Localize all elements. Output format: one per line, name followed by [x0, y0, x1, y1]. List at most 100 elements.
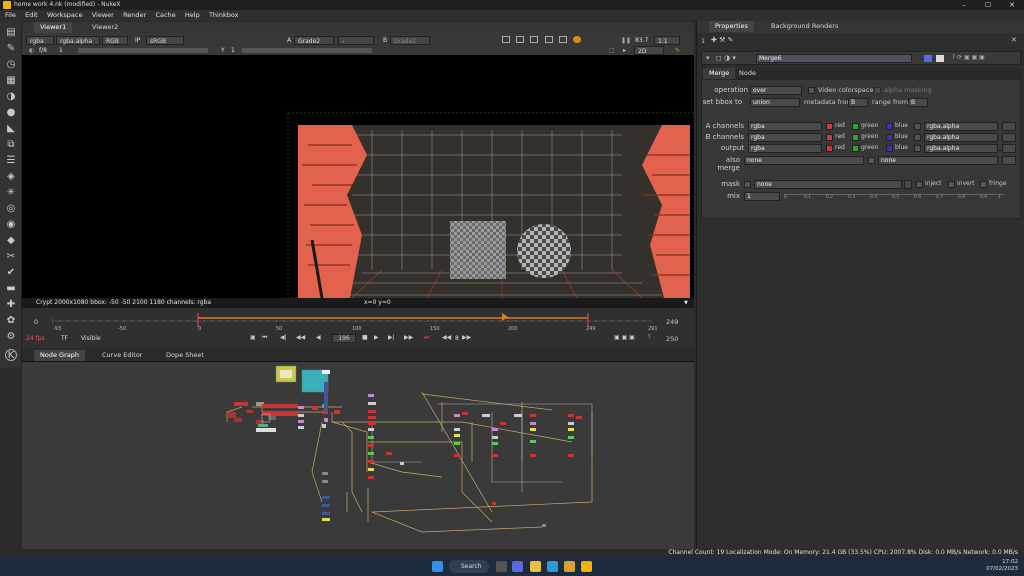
loop-icons[interactable]: ▣ ▣ ▣: [614, 334, 635, 341]
filter-tool-icon[interactable]: ●: [5, 107, 17, 119]
zoom-value[interactable]: 83.7: [632, 36, 651, 45]
info-toggle-icon[interactable]: ▼: [684, 298, 688, 308]
out-alpha-dropdown[interactable]: rgba.alpha: [924, 144, 998, 153]
set-bbox-dropdown[interactable]: union: [750, 98, 800, 107]
menu-thinkbox[interactable]: Thinkbox: [209, 10, 239, 21]
color-tool-icon[interactable]: ◑: [5, 91, 17, 103]
step-forward-icon[interactable]: ▶▶: [462, 334, 471, 341]
mask-menu[interactable]: [904, 180, 912, 189]
timeline-out[interactable]: 250: [666, 335, 678, 343]
clip-icon[interactable]: [558, 36, 567, 43]
frame-step-field[interactable]: 8: [452, 334, 462, 343]
mask-dropdown[interactable]: none: [754, 180, 902, 189]
gamma-slider[interactable]: [242, 48, 372, 53]
settings-tool-icon[interactable]: ⚙: [5, 331, 17, 343]
play-forward-icon[interactable]: ▶: [374, 334, 379, 341]
mix-field[interactable]: 1: [744, 192, 780, 201]
transform-tool-icon[interactable]: ☰: [5, 155, 17, 167]
alpha-masking-checkbox[interactable]: [874, 87, 881, 94]
collapse-icon[interactable]: ▾: [706, 54, 710, 62]
particles-tool-icon[interactable]: ✳: [5, 187, 17, 199]
prev-key-icon[interactable]: ◀|: [280, 334, 287, 341]
also-merge-checkbox[interactable]: [868, 157, 875, 164]
also-merge2-dropdown[interactable]: none: [878, 156, 998, 165]
invert-checkbox[interactable]: [948, 181, 955, 188]
inject-checkbox[interactable]: [916, 181, 923, 188]
stop-icon[interactable]: ■: [362, 334, 368, 341]
a-alpha-dropdown[interactable]: rgba.alpha: [924, 122, 998, 131]
b-alpha-dropdown[interactable]: rgba.alpha: [924, 133, 998, 142]
other-tool-icon[interactable]: ✔: [5, 267, 17, 279]
menu-cache[interactable]: Cache: [155, 10, 175, 21]
k-tool-icon[interactable]: K: [5, 349, 17, 361]
fps-display[interactable]: 24 fps: [26, 335, 45, 342]
merge-tool-icon[interactable]: ⧉: [5, 139, 17, 151]
paint-icon[interactable]: ✎: [672, 46, 683, 55]
panel-tool-icons[interactable]: ✚ ⚒ ✎: [711, 36, 733, 44]
also-merge-dropdown[interactable]: none: [744, 156, 864, 165]
windows-start-icon[interactable]: [432, 561, 443, 572]
gain-slider[interactable]: [78, 48, 208, 53]
output-dropdown[interactable]: rgba: [748, 144, 822, 153]
record-icon[interactable]: ▣: [250, 334, 256, 341]
mouse-icon[interactable]: ▸: [620, 46, 629, 55]
b-channels-dropdown[interactable]: rgba: [748, 133, 822, 142]
tab-node[interactable]: Node: [733, 68, 762, 79]
a-channels-dropdown[interactable]: rgba: [748, 122, 822, 131]
panel-count[interactable]: 1: [701, 37, 705, 45]
menu-viewer[interactable]: Viewer: [92, 10, 114, 21]
roi-icon[interactable]: [502, 36, 510, 43]
a-green-checkbox[interactable]: [852, 123, 859, 130]
node-graph-canvas[interactable]: [22, 361, 694, 549]
channel-tool-icon[interactable]: ▦: [5, 75, 17, 87]
bounce-icon[interactable]: ⤒: [648, 334, 651, 342]
draw-tool-icon[interactable]: ✎: [5, 43, 17, 55]
tab-dope-sheet[interactable]: Dope Sheet: [160, 350, 210, 361]
chat-icon[interactable]: [512, 561, 523, 572]
pause-icon[interactable]: [573, 36, 582, 43]
next-frame-icon[interactable]: ▶|: [388, 334, 395, 341]
a-red-checkbox[interactable]: [826, 123, 833, 130]
time-tool-icon[interactable]: ◷: [5, 59, 17, 71]
tab-properties[interactable]: Properties: [709, 21, 754, 32]
tab-node-graph[interactable]: Node Graph: [34, 350, 85, 361]
views-tool-icon[interactable]: ◉: [5, 219, 17, 231]
range-from-dropdown[interactable]: B: [908, 98, 928, 107]
tab-merge[interactable]: Merge: [703, 68, 736, 79]
out-red-checkbox[interactable]: [826, 145, 833, 152]
menu-workspace[interactable]: Workspace: [47, 10, 83, 21]
fringe-checkbox[interactable]: [980, 181, 987, 188]
operation-dropdown[interactable]: over: [750, 86, 802, 95]
frame-step-value[interactable]: 1: [56, 46, 66, 55]
mask-checkbox[interactable]: [744, 181, 751, 188]
node-name-field[interactable]: Merge6: [756, 54, 912, 63]
last-frame-icon[interactable]: ⏭: [424, 334, 429, 342]
timeline-end[interactable]: 249: [666, 318, 678, 326]
prev-frame-icon[interactable]: ◀◀: [296, 334, 305, 341]
menu-render[interactable]: Render: [123, 10, 146, 21]
video-colorspace-checkbox[interactable]: [808, 87, 815, 94]
deep-tool-icon[interactable]: ◎: [5, 203, 17, 215]
overlay-icon[interactable]: [530, 36, 539, 43]
3d-tool-icon[interactable]: ◈: [5, 171, 17, 183]
wipe-dropdown[interactable]: -: [338, 36, 374, 45]
out-blue-checkbox[interactable]: [886, 145, 893, 152]
a-blue-checkbox[interactable]: [886, 123, 893, 130]
keyer-tool-icon[interactable]: ◣: [5, 123, 17, 135]
menu-help[interactable]: Help: [185, 10, 200, 21]
a-input-dropdown[interactable]: Grade2: [294, 36, 334, 45]
gamma-value[interactable]: 1: [228, 46, 238, 55]
tab-background-renders[interactable]: Background Renders: [765, 21, 844, 32]
close-panel-icon[interactable]: ✕: [1011, 36, 1017, 44]
grid-icon[interactable]: [516, 36, 525, 43]
a-alpha-checkbox[interactable]: [914, 123, 921, 130]
timeline-start[interactable]: 0: [34, 318, 38, 326]
file-explorer-icon[interactable]: [530, 561, 541, 572]
mix-slider[interactable]: 0 0.1 0.2 0.3 0.4 0.5 0.6 0.7 0.8 0.9 1: [784, 194, 1004, 202]
system-tray[interactable]: 17:02 07/02/2023: [958, 559, 1018, 573]
proxy-icon[interactable]: [544, 36, 553, 43]
taskbar-search[interactable]: Search: [449, 560, 489, 573]
timeline-ruler[interactable]: [52, 313, 652, 327]
image-tool-icon[interactable]: ▤: [5, 27, 17, 39]
maximize-button[interactable]: ☐: [976, 0, 1000, 10]
